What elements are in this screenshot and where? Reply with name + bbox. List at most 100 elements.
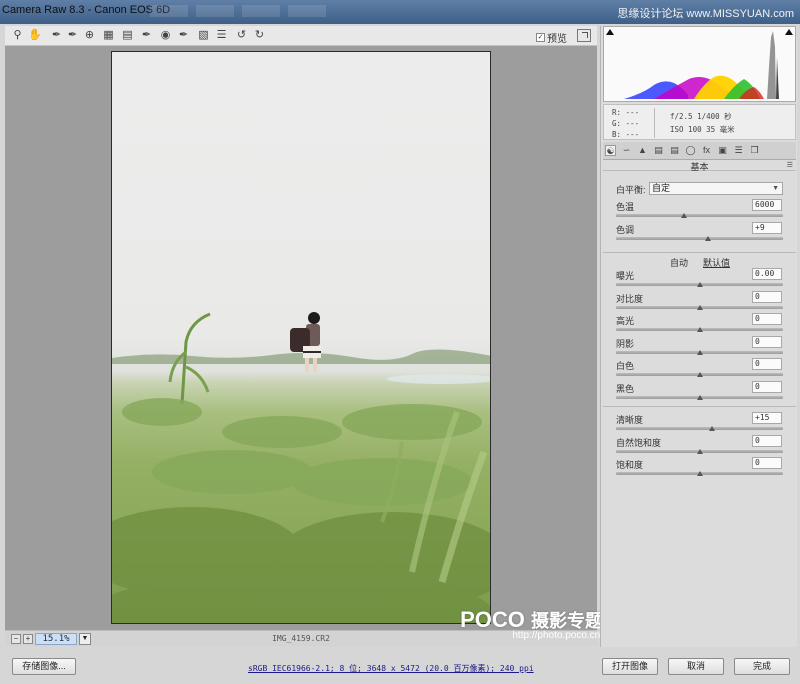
slider-6-value-input[interactable]: 0 xyxy=(752,358,782,370)
workflow-options-link[interactable]: sRGB IEC61966-2.1; 8 位; 3648 x 5472 (20.… xyxy=(248,663,534,674)
slider-0-value-input[interactable]: 6000 xyxy=(752,199,782,211)
title-bar: Camera Raw 8.3 - Canon EOS 6D 思缘设计论坛 www… xyxy=(0,0,800,24)
slider-6-handle[interactable] xyxy=(697,372,703,377)
title-tabs xyxy=(150,5,326,17)
spot-removal-icon[interactable]: ✒ xyxy=(140,29,153,42)
shadow-clipping-icon[interactable] xyxy=(606,29,614,35)
bottom-bar: 存储图像... sRGB IEC61966-2.1; 8 位; 3648 x 5… xyxy=(0,650,800,684)
red-eye-icon[interactable]: ◉ xyxy=(159,29,172,42)
hand-tool-icon[interactable]: ✋ xyxy=(28,29,42,42)
tab-split-toning-icon[interactable]: ▤ xyxy=(669,145,680,156)
tab-lens-icon[interactable]: ◯ xyxy=(685,145,696,156)
highlight-clipping-icon[interactable] xyxy=(785,29,793,35)
tab-camera-icon[interactable]: ▣ xyxy=(717,145,728,156)
image-canvas xyxy=(5,46,597,630)
adjustment-brush-icon[interactable]: ✒ xyxy=(177,29,190,42)
tab-tone-curve-icon[interactable]: ∽ xyxy=(621,145,632,156)
slider-3-handle[interactable] xyxy=(697,305,703,310)
canvas-statusbar: − + 15.1% ▼ IMG_4159.CR2 POCO 摄影专题 http:… xyxy=(5,607,603,646)
slider-5-handle[interactable] xyxy=(697,350,703,355)
panel-title: 基本 ☰ xyxy=(603,160,796,172)
forum-watermark: 思缘设计论坛 www.MISSYUAN.com xyxy=(617,8,794,20)
info-panel: R: --- G: --- B: --- f/2.5 1/400 秒 ISO 1… xyxy=(603,104,796,140)
save-image-button[interactable]: 存储图像... xyxy=(12,658,76,675)
slider-4-handle[interactable] xyxy=(697,327,703,332)
tab-snapshots-icon[interactable]: ❒ xyxy=(749,145,760,156)
slider-0-track[interactable] xyxy=(616,214,783,217)
exif-readout: f/2.5 1/400 秒 ISO 100 35 毫米 xyxy=(670,110,735,136)
slider-1-value-input[interactable]: +9 xyxy=(752,222,782,234)
slider-8-value-input[interactable]: +15 xyxy=(752,412,782,424)
slider-3-value-input[interactable]: 0 xyxy=(752,291,782,303)
slider-6-label: 白色 xyxy=(616,361,635,371)
aperture-shutter: f/2.5 1/400 秒 xyxy=(670,112,732,121)
auto-button[interactable]: 自动 xyxy=(670,256,688,269)
slider-10-value-input[interactable]: 0 xyxy=(752,457,782,469)
panel-menu-icon[interactable]: ☰ xyxy=(787,161,793,169)
slider-3-label: 对比度 xyxy=(616,294,644,304)
tab-hsl-icon[interactable]: ▤ xyxy=(653,145,664,156)
graduated-filter-icon[interactable]: ▧ xyxy=(197,29,210,42)
histogram xyxy=(603,26,796,102)
target-adjustment-icon[interactable]: ⊕ xyxy=(83,29,96,42)
right-panel: R: --- G: --- B: --- f/2.5 1/400 秒 ISO 1… xyxy=(600,26,797,647)
slider-9-label: 自然饱和度 xyxy=(616,438,662,448)
iso-focal: ISO 100 35 毫米 xyxy=(670,125,735,134)
crop-tool-icon[interactable]: ▦ xyxy=(102,29,115,42)
preview-checkbox[interactable]: ✓ xyxy=(536,33,545,42)
straighten-tool-icon[interactable]: ▤ xyxy=(121,29,134,42)
panel-title-text: 基本 xyxy=(690,162,709,172)
white-balance-select[interactable]: 自定 ▼ xyxy=(649,182,783,195)
rgb-readout: R: --- G: --- B: --- xyxy=(612,107,639,140)
preferences-icon[interactable]: ☰ xyxy=(215,29,228,42)
slider-9-value-input[interactable]: 0 xyxy=(752,435,782,447)
image-filename: IMG_4159.CR2 xyxy=(272,634,330,643)
slider-7-label: 黑色 xyxy=(616,384,635,394)
preview-label: 预览 xyxy=(547,34,567,45)
slider-7-handle[interactable] xyxy=(697,395,703,400)
slider-8-label: 清晰度 xyxy=(616,415,644,425)
slider-2-label: 曝光 xyxy=(616,271,635,281)
slider-5-value-input[interactable]: 0 xyxy=(752,336,782,348)
color-sampler-icon[interactable]: ✒ xyxy=(66,29,79,42)
slider-8-track[interactable] xyxy=(616,427,783,430)
slider-8-handle[interactable] xyxy=(709,426,715,431)
default-button[interactable]: 默认值 xyxy=(703,256,730,269)
histogram-graph xyxy=(624,31,779,99)
preview-toggle[interactable]: ✓ 预览 xyxy=(536,30,567,45)
slider-1-handle[interactable] xyxy=(705,236,711,241)
slider-2-value-input[interactable]: 0.00 xyxy=(752,268,782,280)
tab-effects-icon[interactable]: fx xyxy=(701,145,712,156)
tab-presets-icon[interactable]: ☰ xyxy=(733,145,744,156)
rotate-right-icon[interactable]: ↻ xyxy=(253,29,266,42)
slider-4-value-input[interactable]: 0 xyxy=(752,313,782,325)
zoom-tool-icon[interactable]: ⚲ xyxy=(11,29,24,42)
panel-tabs: ☯ ∽ ▲ ▤ ▤ ◯ fx ▣ ☰ ❒ xyxy=(603,142,796,160)
slider-1-track[interactable] xyxy=(616,237,783,240)
done-button[interactable]: 完成 xyxy=(734,658,790,675)
window-title: Camera Raw 8.3 - Canon EOS 6D xyxy=(2,4,171,16)
slider-0-handle[interactable] xyxy=(681,213,687,218)
toolbar: ⚲ ✋ ✒ ✒ ⊕ ▦ ▤ ✒ ◉ ✒ ▧ ☰ ↺ ↻ ✓ 预览 xyxy=(5,26,597,46)
chevron-down-icon: ▼ xyxy=(772,185,779,192)
fullscreen-icon[interactable] xyxy=(577,29,591,42)
slider-9-handle[interactable] xyxy=(697,449,703,454)
cancel-button[interactable]: 取消 xyxy=(668,658,724,675)
slider-0-label: 色温 xyxy=(616,202,635,212)
open-image-button[interactable]: 打开图像 xyxy=(602,658,658,675)
slider-2-handle[interactable] xyxy=(697,282,703,287)
b-value: B: --- xyxy=(612,130,640,139)
divider xyxy=(603,406,796,407)
tab-detail-icon[interactable]: ▲ xyxy=(637,145,648,156)
slider-7-value-input[interactable]: 0 xyxy=(752,381,782,393)
slider-10-label: 饱和度 xyxy=(616,460,644,470)
rotate-left-icon[interactable]: ↺ xyxy=(235,29,248,42)
slider-5-label: 阴影 xyxy=(616,339,635,349)
slider-10-handle[interactable] xyxy=(697,471,703,476)
poco-url: http://photo.poco.cn/ xyxy=(512,630,603,641)
tab-basic-icon[interactable]: ☯ xyxy=(605,145,616,156)
white-balance-value: 自定 xyxy=(652,183,671,193)
photo-scene xyxy=(112,312,490,623)
white-balance-tool-icon[interactable]: ✒ xyxy=(50,29,63,42)
white-balance-label: 白平衡: xyxy=(616,185,646,195)
